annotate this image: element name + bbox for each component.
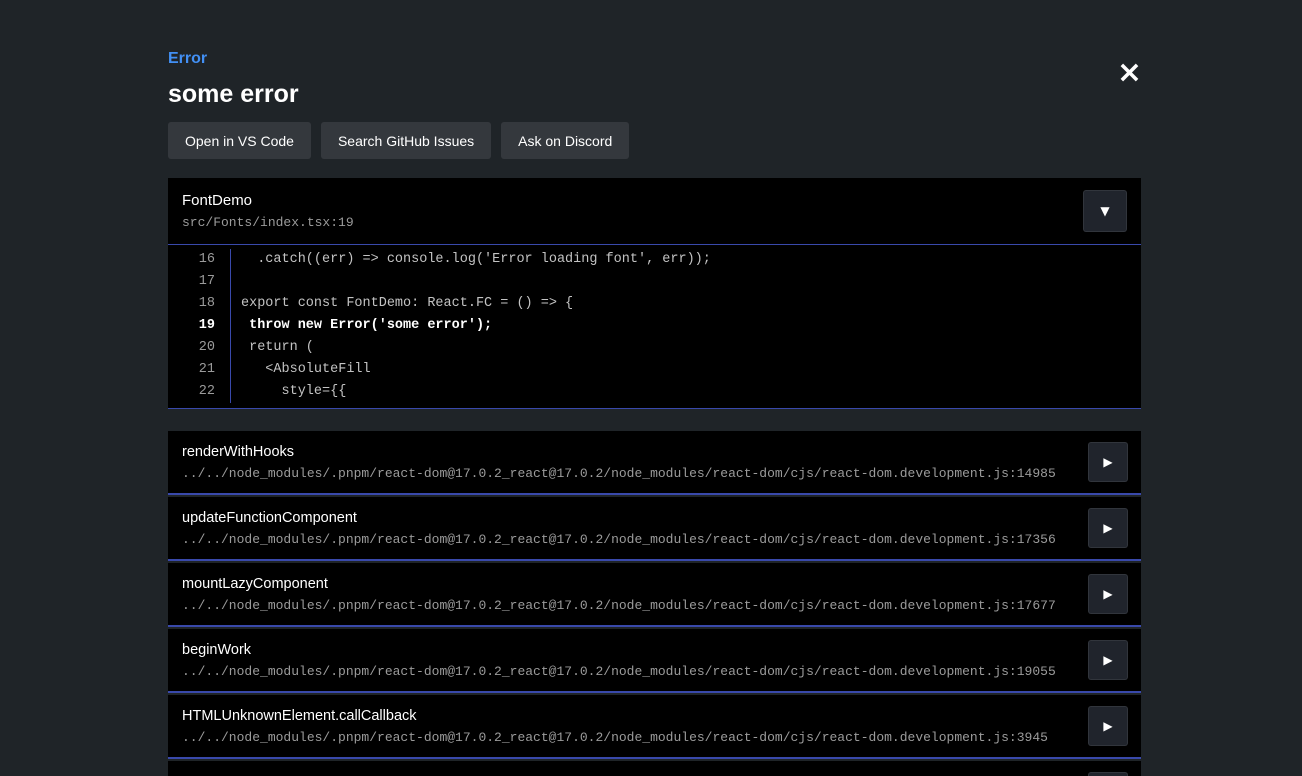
stack-frame-row: beginWork ../../node_modules/.pnpm/react…: [168, 629, 1141, 693]
frame-function-name: renderWithHooks: [182, 444, 1056, 461]
frame-function-name: HTMLUnknownElement.callCallback: [182, 708, 1048, 725]
expand-triangle-icon: ▶: [1103, 588, 1112, 600]
line-number: 16: [168, 249, 230, 271]
line-code: .catch((err) => console.log('Error loadi…: [230, 249, 1141, 271]
source-frame-header: FontDemo src/Fonts/index.tsx:19 ▼: [168, 178, 1141, 245]
stack-frame-row: updateFunctionComponent ../../node_modul…: [168, 497, 1141, 561]
action-button-label: Open in VS Code: [185, 133, 294, 149]
stack-frame-row: ▶: [168, 761, 1141, 776]
expand-triangle-icon: ▶: [1103, 522, 1112, 534]
code-snippet: 16 .catch((err) => console.log('Error lo…: [168, 245, 1141, 408]
frame-function-name: mountLazyComponent: [182, 576, 1056, 593]
code-line: 18 export const FontDemo: React.FC = () …: [168, 293, 1141, 315]
code-line: 21 <AbsoluteFill: [168, 359, 1141, 381]
code-line: 19 throw new Error('some error');: [168, 315, 1141, 337]
line-code: throw new Error('some error');: [230, 315, 1141, 337]
expand-triangle-icon: ▶: [1103, 456, 1112, 468]
code-line: 22 style={{: [168, 381, 1141, 403]
action-button[interactable]: Search GitHub Issues: [321, 122, 491, 159]
expand-frame-button[interactable]: ▶: [1088, 640, 1128, 680]
code-line: 16 .catch((err) => console.log('Error lo…: [168, 249, 1141, 271]
stack-frame-row: mountLazyComponent ../../node_modules/.p…: [168, 563, 1141, 627]
line-code: <AbsoluteFill: [230, 359, 1141, 381]
action-button[interactable]: Open in VS Code: [168, 122, 311, 159]
frame-location: ../../node_modules/.pnpm/react-dom@17.0.…: [182, 532, 1056, 547]
frame-function-name: beginWork: [182, 642, 1056, 659]
stack-frame-row: HTMLUnknownElement.callCallback ../../no…: [168, 695, 1141, 759]
line-code: return (: [230, 337, 1141, 359]
source-function-name: FontDemo: [182, 192, 354, 209]
line-number: 22: [168, 381, 230, 403]
expand-frame-button[interactable]: ▶: [1088, 574, 1128, 614]
line-number: 19: [168, 315, 230, 337]
expand-frame-button[interactable]: ▶: [1088, 442, 1128, 482]
line-number: 20: [168, 337, 230, 359]
line-number: 21: [168, 359, 230, 381]
expand-frame-button[interactable]: ▶: [1088, 706, 1128, 746]
stack-frame-row: renderWithHooks ../../node_modules/.pnpm…: [168, 431, 1141, 495]
line-code: [230, 271, 1141, 293]
error-message-title: some error: [168, 81, 1141, 107]
chevron-down-icon: ▼: [1100, 205, 1109, 217]
expand-frame-button[interactable]: ▶: [1088, 772, 1128, 776]
action-button-label: Search GitHub Issues: [338, 133, 474, 149]
code-line: 17: [168, 271, 1141, 293]
frame-location: ../../node_modules/.pnpm/react-dom@17.0.…: [182, 598, 1056, 613]
line-number: 18: [168, 293, 230, 315]
stack-frames-list: renderWithHooks ../../node_modules/.pnpm…: [168, 431, 1141, 776]
code-line: 20 return (: [168, 337, 1141, 359]
frame-location: ../../node_modules/.pnpm/react-dom@17.0.…: [182, 466, 1056, 481]
line-number: 17: [168, 271, 230, 293]
source-frame-card: FontDemo src/Fonts/index.tsx:19 ▼ 16 .ca…: [168, 178, 1141, 409]
frame-function-name: updateFunctionComponent: [182, 510, 1056, 527]
expand-frame-button[interactable]: ▶: [1088, 508, 1128, 548]
action-button-label: Ask on Discord: [518, 133, 612, 149]
line-code: export const FontDemo: React.FC = () => …: [230, 293, 1141, 315]
error-overlay: Error some error Open in VS Code Search …: [168, 50, 1141, 776]
action-buttons: Open in VS Code Search GitHub Issues Ask…: [168, 122, 1141, 159]
source-location: src/Fonts/index.tsx:19: [182, 215, 354, 230]
expand-triangle-icon: ▶: [1103, 654, 1112, 666]
frame-location: ../../node_modules/.pnpm/react-dom@17.0.…: [182, 730, 1048, 745]
action-button[interactable]: Ask on Discord: [501, 122, 629, 159]
error-type-label: Error: [168, 50, 1141, 68]
expand-triangle-icon: ▶: [1103, 720, 1112, 732]
frame-location: ../../node_modules/.pnpm/react-dom@17.0.…: [182, 664, 1056, 679]
collapse-snippet-button[interactable]: ▼: [1083, 190, 1127, 232]
line-code: style={{: [230, 381, 1141, 403]
